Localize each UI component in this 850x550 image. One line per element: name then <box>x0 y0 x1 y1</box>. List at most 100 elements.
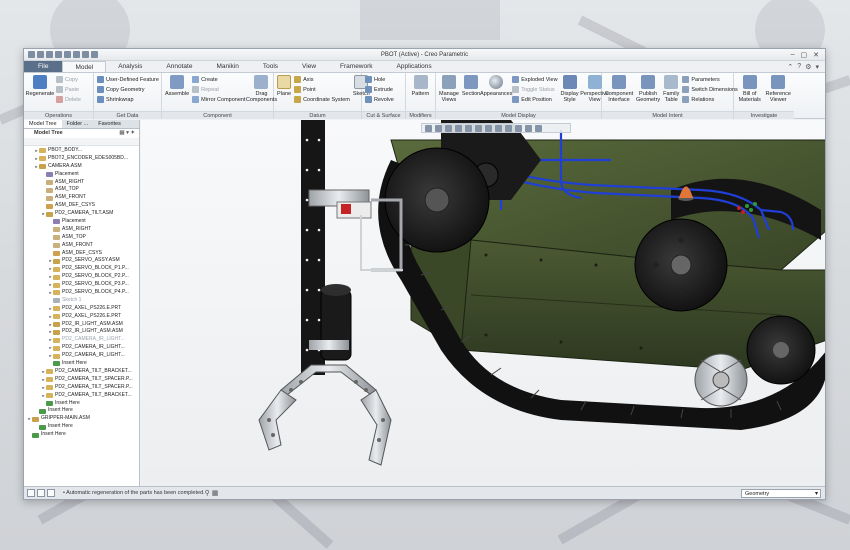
zoom-out-icon[interactable] <box>445 125 452 132</box>
manage-views-button[interactable]: Manage Views <box>439 75 459 111</box>
datum-display-icon[interactable] <box>505 125 512 132</box>
coord-system-button[interactable]: Coordinate System <box>294 95 350 104</box>
copy-geometry-button[interactable]: Copy Geometry <box>97 85 159 94</box>
toggle-status-button[interactable]: Toggle Status <box>512 85 557 94</box>
tab-tools[interactable]: Tools <box>251 61 290 72</box>
tree-row[interactable]: ASM_TOP <box>24 234 139 242</box>
full-screen-icon[interactable] <box>47 489 55 497</box>
tree-row[interactable]: ▸ PD2_AXEL_PS226.E.PRT <box>24 313 139 321</box>
reference-viewer-button[interactable]: Reference Viewer <box>766 75 792 111</box>
tree-row[interactable]: ▸ PD2_SERVO_BLOCK_P3.P... <box>24 281 139 289</box>
toggle-browser-icon[interactable] <box>37 489 45 497</box>
switch-dimensions-button[interactable]: Switch Dimensions <box>682 85 738 94</box>
tree-row[interactable]: ▸ PD2_CAMERA_TILT_SPACER.P... <box>24 384 139 392</box>
tree-row[interactable]: ASM_TOP <box>24 186 139 194</box>
publish-geometry-button[interactable]: Publish Geometry <box>636 75 660 111</box>
parameters-button[interactable]: Parameters <box>682 75 737 84</box>
component-interface-button[interactable]: Component Interface <box>605 75 633 111</box>
tree-row[interactable]: ▸ CAMERA.ASM <box>24 163 139 171</box>
repeat-button[interactable]: Repeat <box>192 85 245 94</box>
tree-row[interactable]: Insert Here <box>24 400 139 408</box>
selection-filter-dropdown[interactable]: Geometry <box>741 488 821 498</box>
graphics-viewport[interactable] <box>141 120 825 488</box>
annotation-display-icon[interactable] <box>525 125 532 132</box>
display-style-button[interactable]: Display Style <box>561 75 579 111</box>
tree-row[interactable]: ▸ PD2_AXEL_PS226.E.PRT <box>24 305 139 313</box>
tree-row[interactable]: ASM_DEF_CSYS <box>24 202 139 210</box>
tab-file[interactable]: File <box>24 61 63 72</box>
drag-components-button[interactable]: Drag Components <box>246 75 277 111</box>
tree-row[interactable]: ▸ PD2_SERVO_BLOCK_P4.P... <box>24 289 139 297</box>
close-icon[interactable]: ✕ <box>813 51 819 59</box>
family-table-button[interactable]: Family Table <box>663 75 679 111</box>
create-button[interactable]: Create <box>192 75 245 84</box>
tab-applications[interactable]: Applications <box>385 61 444 72</box>
assemble-button[interactable]: Assemble <box>165 75 189 111</box>
revolve-button[interactable]: Revolve <box>365 95 394 104</box>
tree-row[interactable]: ▸ PD2_IR_LIGHT_ASM.ASM <box>24 321 139 329</box>
tree-settings-icon[interactable]: ▤ ▾ ✦ <box>119 129 139 138</box>
pause-icon[interactable] <box>535 125 542 132</box>
plane-button[interactable]: Plane <box>277 75 291 111</box>
find-icon[interactable]: ⚲ ▦ <box>205 489 219 497</box>
tree-row[interactable]: ▸ PBOT2_ENCODER_EDES005BD... <box>24 155 139 163</box>
bill-of-materials-button[interactable]: Bill of Materials <box>737 75 763 111</box>
tab-model-tree[interactable]: Model Tree <box>24 120 62 128</box>
tree-row[interactable]: ▸ PD2_CAMERA_TILT_BRACKET... <box>24 392 139 400</box>
exploded-view-button[interactable]: Exploded View <box>512 75 558 84</box>
delete-button[interactable]: Delete <box>56 95 81 104</box>
saved-orientations-icon[interactable] <box>475 125 482 132</box>
tree-row[interactable]: ▸ PD2_SERVO_BLOCK_P2.P... <box>24 273 139 281</box>
tab-favorites[interactable]: Favorites <box>93 120 126 128</box>
display-style-toolbar-icon[interactable] <box>465 125 472 132</box>
tree-row[interactable]: ▸ PD2_CAMERA_IR_LIGHT... <box>24 336 139 344</box>
tree-row[interactable]: ▸ PD2_SERVO_ASSY.ASM <box>24 257 139 265</box>
pattern-button[interactable]: Pattern <box>409 75 432 111</box>
shrinkwrap-button[interactable]: Shrinkwrap <box>97 95 159 104</box>
hole-button[interactable]: Hole <box>365 75 394 84</box>
tree-row[interactable]: ASM_RIGHT <box>24 179 139 187</box>
view-manager-icon[interactable] <box>485 125 492 132</box>
tree-row[interactable]: ▸ PD2_CAMERA_TILT_SPACER.P... <box>24 376 139 384</box>
close-window-icon[interactable] <box>91 51 98 58</box>
tree-row[interactable]: Insert Here <box>24 407 139 415</box>
undo-icon[interactable] <box>55 51 62 58</box>
help-icon[interactable]: ? <box>797 63 801 71</box>
redo-icon[interactable] <box>64 51 71 58</box>
tree-row[interactable]: Insert Here <box>24 423 139 431</box>
tab-model[interactable]: Model <box>62 61 107 72</box>
edit-position-button[interactable]: Edit Position <box>512 95 557 104</box>
tree-row[interactable]: ASM_FRONT <box>24 194 139 202</box>
tree-row[interactable]: ASM_DEF_CSYS <box>24 250 139 258</box>
extrude-button[interactable]: Extrude <box>365 85 394 94</box>
tree-row[interactable]: ▸ PD2_SERVO_BLOCK_P1.P... <box>24 265 139 273</box>
refit-icon[interactable] <box>425 125 432 132</box>
tree-row[interactable]: ▸ PBOT_BODY... <box>24 147 139 155</box>
maximize-icon[interactable]: ▢ <box>801 51 808 59</box>
zoom-in-icon[interactable] <box>435 125 442 132</box>
tab-folder-browser[interactable]: Folder ... <box>62 120 94 128</box>
save-icon[interactable] <box>46 51 53 58</box>
tab-manikin[interactable]: Manikin <box>204 61 250 72</box>
minimize-icon[interactable]: – <box>791 51 795 59</box>
copy-button[interactable]: Copy <box>56 75 81 84</box>
new-icon[interactable] <box>28 51 35 58</box>
mirror-component-button[interactable]: Mirror Component <box>192 95 245 104</box>
tree-row[interactable]: ▸ PD2_CAMERA_IR_LIGHT... <box>24 344 139 352</box>
section-button[interactable]: Section <box>462 75 480 111</box>
tree-row[interactable]: ▸ PD2_IR_LIGHT_ASM.ASM <box>24 328 139 336</box>
regenerate-button[interactable]: Regenerate <box>26 75 54 111</box>
tree-row[interactable]: Sketch 1 <box>24 297 139 305</box>
tab-framework[interactable]: Framework <box>328 61 385 72</box>
point-button[interactable]: Point <box>294 85 350 94</box>
tab-annotate[interactable]: Annotate <box>154 61 204 72</box>
regen-icon[interactable] <box>73 51 80 58</box>
tree-row[interactable]: ▸ GRIPPER-MAIN.ASM <box>24 415 139 423</box>
tree-row[interactable]: Insert Here <box>24 360 139 368</box>
toggle-navigator-icon[interactable] <box>27 489 35 497</box>
udf-button[interactable]: User-Defined Feature <box>97 75 159 84</box>
search-icon[interactable]: ⚙ <box>805 63 811 71</box>
tree-row[interactable]: Placement <box>24 171 139 179</box>
window-icon[interactable] <box>82 51 89 58</box>
tree-row[interactable]: Placement <box>24 218 139 226</box>
